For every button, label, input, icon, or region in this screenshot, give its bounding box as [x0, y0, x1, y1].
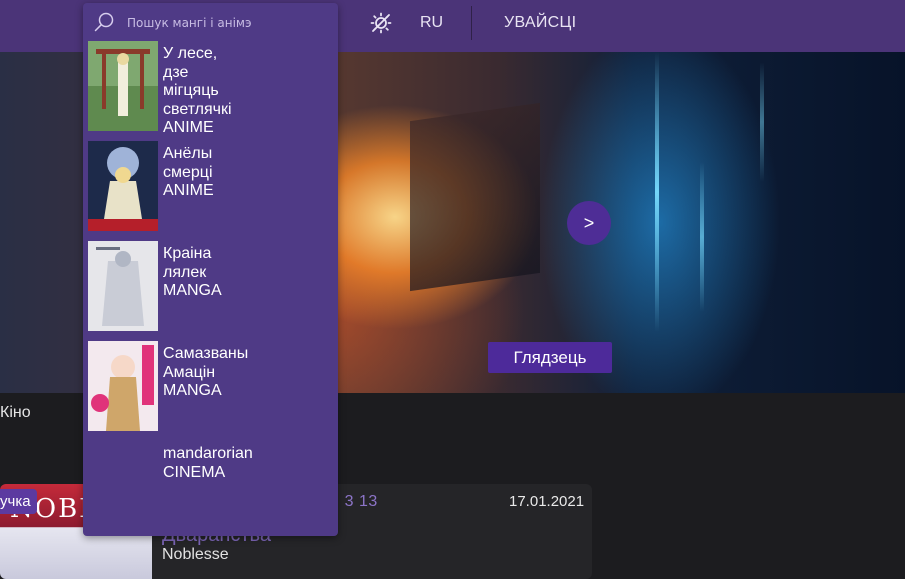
result-title-line: Амацін	[163, 363, 216, 381]
result-title-line: светлячкі	[163, 100, 232, 118]
result-type: ANIME	[163, 182, 214, 199]
result-info: Анёлы смерці ANIME	[163, 145, 333, 201]
card-subtitle: Noblesse	[162, 546, 229, 563]
result-title-line: смерці	[163, 163, 213, 181]
hero-art-panel	[410, 102, 540, 292]
search-result-item[interactable]: У лесе, дзе мігцяць светлячкі ANIME	[88, 41, 333, 136]
language-switcher[interactable]: RU	[420, 14, 443, 32]
result-title-line: дзе	[163, 63, 189, 81]
result-info: Краіна лялек MANGA	[163, 245, 333, 301]
hero-next-button[interactable]: >	[567, 201, 611, 245]
search-result-item[interactable]: Анёлы смерці ANIME	[88, 141, 333, 233]
result-info: mandarorian CINEMA	[163, 445, 333, 482]
search-result-item[interactable]: Краіна лялек MANGA	[88, 241, 333, 333]
status-badge: учка	[0, 489, 37, 514]
search-icon	[94, 12, 114, 32]
search-result-item[interactable]: mandarorian CINEMA	[88, 441, 333, 533]
hero-light-streak	[760, 62, 764, 182]
watch-button[interactable]: Глядзець	[488, 342, 612, 373]
tab-kino[interactable]: Кіно	[0, 404, 31, 422]
result-cover-image[interactable]	[88, 241, 158, 331]
card-date: 17.01.2021	[509, 493, 585, 510]
result-cover-image[interactable]	[88, 141, 158, 231]
search-dropdown: У лесе, дзе мігцяць светлячкі ANIME Анёл…	[83, 3, 338, 536]
result-type: CINEMA	[163, 463, 226, 481]
result-info: У лесе, дзе мігцяць светлячкі ANIME	[163, 45, 333, 138]
result-title-line: мігцяць	[163, 82, 219, 99]
search-input[interactable]	[127, 12, 327, 34]
result-type: MANGA	[163, 382, 222, 399]
result-title-line: Анёлы	[163, 145, 213, 162]
theme-toggle-button[interactable]	[368, 10, 394, 36]
result-cover-image[interactable]	[88, 341, 158, 431]
result-type: ANIME	[163, 119, 214, 136]
header-divider	[471, 6, 472, 40]
result-type: MANGA	[163, 282, 222, 299]
search-bar	[83, 3, 338, 41]
theme-toggle-icon	[370, 12, 392, 34]
hero-light-streak	[655, 52, 659, 332]
result-title-line: Самазваны	[163, 345, 249, 362]
login-button[interactable]: УВАЙСЦІ	[504, 14, 576, 32]
result-cover-image[interactable]	[88, 41, 158, 131]
search-result-item[interactable]: Самазваны Амацін MANGA	[88, 341, 333, 433]
result-title-line: У лесе,	[163, 45, 218, 62]
result-title-line: mandarorian	[163, 445, 253, 462]
hero-light-streak	[700, 162, 704, 312]
result-title-line: Краіна	[163, 245, 212, 262]
result-title-line: лялек	[163, 263, 207, 281]
result-info: Самазваны Амацін MANGA	[163, 345, 333, 401]
